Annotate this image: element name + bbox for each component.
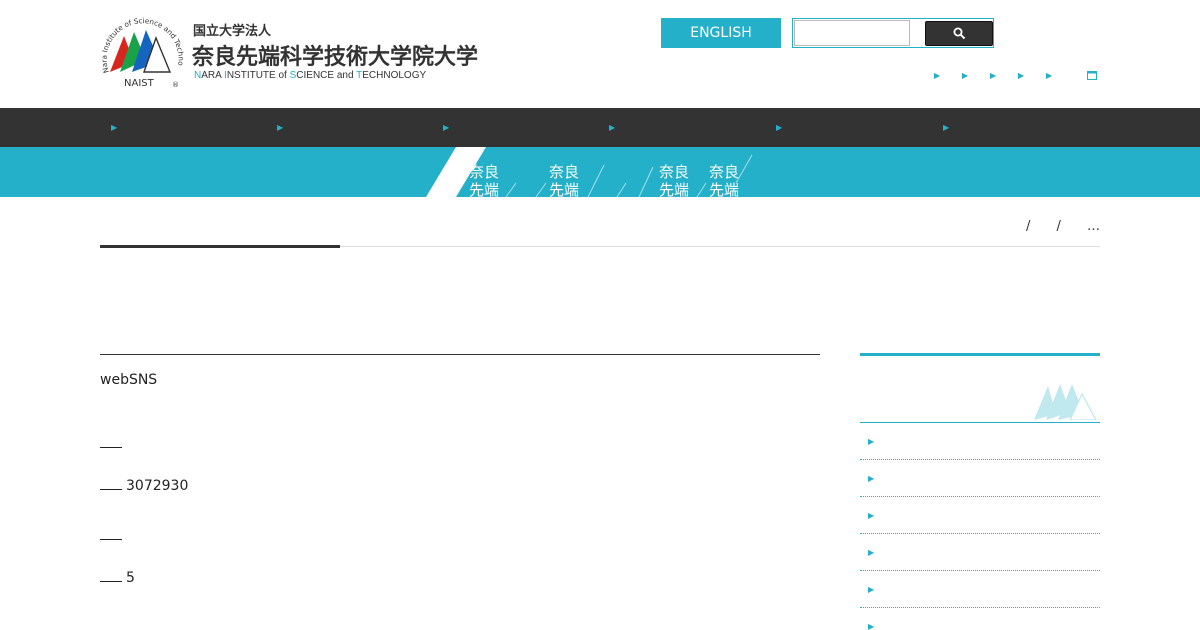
side-menu-item-6[interactable]: ▶ [860,608,1100,630]
side-menu-item-2[interactable]: ▶ [860,460,1100,497]
underline-placeholder [100,439,122,448]
article-line-1: webSNS [100,372,158,388]
search-button[interactable] [925,21,993,46]
triangle-right-icon: ▶ [990,71,997,80]
triangle-right-icon: ▶ [609,123,616,132]
nav-item-3[interactable]: ▶ [443,122,603,134]
site-header: Nara Institute of Science and Technology… [0,0,1200,108]
band-decoration [426,147,753,197]
band-label-3: 奈良 先端 [658,163,689,197]
article-divider [100,354,820,355]
page-title-band: 奈良 先端 奈良 先端 奈良 先端 奈良 先端 [0,147,1200,197]
breadcrumb-separator: / [1025,219,1031,234]
band-label-1: 奈良 先端 [468,163,499,197]
underline-placeholder [100,531,122,540]
underline-placeholder [100,573,122,582]
search-icon [953,27,965,40]
breadcrumb-separator: / [1056,219,1061,234]
underline-placeholder [100,481,122,490]
logo-university-name: 奈良先端科学技術大学院大学 [192,45,479,70]
utility-link-2[interactable]: ▶ [962,70,974,82]
triangle-right-icon: ▶ [868,548,875,557]
triangle-right-icon: ▶ [868,622,875,630]
side-menu-top-bar [860,353,1100,356]
triangle-right-icon: ▶ [934,71,941,80]
triangle-right-icon: ▶ [776,123,783,132]
svg-text:®: ® [172,81,179,89]
nav-item-2[interactable]: ▶ [277,122,437,134]
triangle-right-icon: ▶ [868,585,875,594]
breadcrumb-current: … [1087,219,1100,234]
triangle-right-icon: ▶ [868,437,875,446]
english-button[interactable]: ENGLISH [661,18,781,48]
utility-link-3[interactable]: ▶ [990,70,1002,82]
nav-item-4[interactable]: ▶ [609,122,769,134]
breadcrumb: / / … [1004,219,1100,234]
site-logo[interactable]: Nara Institute of Science and Technology… [100,10,510,92]
article-line-5: 5 [100,570,135,586]
article-line-2 [100,436,126,452]
utility-link-5[interactable]: ▶ [1046,70,1058,82]
band-label-4: 奈良 先端 [708,163,739,197]
nav-item-1[interactable]: ▶ [111,122,271,134]
nav-item-6[interactable]: ▶ [943,122,1103,134]
search-box [792,18,994,48]
article-line-3: 3072930 [100,478,188,494]
global-nav: ▶ ▶ ▶ ▶ ▶ ▶ [0,108,1200,147]
article-line-4 [100,528,126,544]
triangle-right-icon: ▶ [943,123,950,132]
naist-emblem-icon: Nara Institute of Science and Technology… [100,10,184,89]
side-menu-item-3[interactable]: ▶ [860,497,1100,534]
triangle-right-icon: ▶ [1018,71,1025,80]
triangle-right-icon: ▶ [868,511,875,520]
naist-mountain-logo-icon [1034,384,1097,420]
triangle-right-icon: ▶ [277,123,284,132]
logo-english-name: NARA INSTITUTE of SCIENCE and TECHNOLOGY [194,70,427,81]
side-menu-item-4[interactable]: ▶ [860,534,1100,571]
triangle-right-icon: ▶ [1046,71,1053,80]
emblem-short-text: NAIST [124,78,155,89]
side-menu-item-1[interactable]: ▶ [860,423,1100,460]
side-menu-item-5[interactable]: ▶ [860,571,1100,608]
new-window-icon[interactable] [1087,71,1097,80]
utility-link-1[interactable]: ▶ [934,70,946,82]
triangle-right-icon: ▶ [111,123,118,132]
logo-corp-label: 国立大学法人 [193,24,272,39]
triangle-right-icon: ▶ [962,71,969,80]
title-divider-accent [100,245,340,248]
band-label-2: 奈良 先端 [548,163,579,197]
triangle-right-icon: ▶ [868,474,875,483]
search-input[interactable] [794,20,910,46]
triangle-right-icon: ▶ [443,123,450,132]
nav-item-5[interactable]: ▶ [776,122,936,134]
utility-link-4[interactable]: ▶ [1018,70,1030,82]
